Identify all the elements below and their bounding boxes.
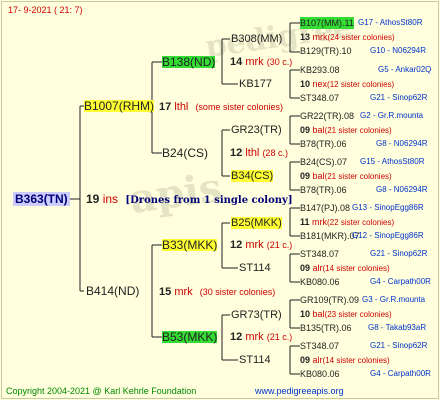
gen3-b2-id: B34(CS) — [231, 170, 274, 182]
gen4-bot-id: KB080.06 — [300, 369, 340, 379]
connector — [289, 22, 300, 53]
gen2-b-id: B24(CS) — [162, 146, 209, 160]
gen4-mid: 09 bal(21 sister colonies) — [300, 125, 392, 135]
connector — [289, 345, 300, 375]
gen1-lower-id: B414(ND) — [86, 284, 140, 298]
gen2-b-info: 12 lthl (28 c.) — [230, 147, 288, 159]
gen2-a-info: 14 mrk (30 c.) — [230, 56, 293, 68]
connector — [289, 115, 300, 145]
site-link[interactable]: www.pedigreeapis.org — [255, 385, 344, 397]
gen3-a1-id: B308(MM) — [231, 33, 283, 45]
gen4-bot-loc: G10 - N06294R — [370, 46, 427, 55]
connector — [289, 69, 300, 99]
gen3-d2-id: ST114 — [239, 354, 271, 366]
gen3-d1-id: GR73(TR) — [231, 309, 282, 321]
gen4-bot-id: B78(TR).06 — [300, 139, 347, 149]
gen4-top-loc: G5 - Ankar02Q — [378, 65, 432, 74]
gen4-top-id: GR109(TR).09 — [300, 295, 360, 305]
gen3-c1-id: B25(MKK) — [231, 217, 282, 229]
gen4-top-loc: G21 - Sinop62R — [370, 341, 428, 350]
gen4-top-id: GR22(TR).08 — [300, 111, 355, 121]
gen3-b1-id: GR23(TR) — [231, 124, 282, 136]
gen2-a-id: B138(ND) — [162, 55, 216, 69]
gen1-upper-info: 17 lthl (some sister colonies) — [159, 101, 283, 113]
gen4-bot-loc: G21 - Sinop62R — [370, 93, 428, 102]
connector — [289, 253, 300, 283]
connector — [289, 299, 300, 329]
gen4-bot-loc: G12 - SinopEgg86R — [352, 231, 424, 240]
gen4-top-id: B147(PJ).08 — [300, 203, 351, 213]
gen4-top-loc: G15 - AthosSt80R — [360, 157, 425, 166]
gen4-top-loc: G17 - AthosSt80R — [358, 18, 423, 27]
gen4-mid: 13 mrk(24 sister colonies) — [300, 32, 395, 42]
gen4-top-loc: G2 - Gr.R.mounta — [360, 111, 424, 120]
gen4-mid: 09 alr(14 sister colonies) — [300, 355, 390, 365]
gen3-c2-id: ST114 — [239, 262, 271, 274]
connector — [289, 161, 300, 191]
gen4-bot-loc: G4 - Carpath00R — [370, 369, 431, 378]
gen4-bot-id: KB080.06 — [300, 277, 340, 287]
gen2-d-id: B53(MKK) — [162, 330, 218, 344]
connector — [70, 105, 84, 292]
connector — [221, 129, 230, 177]
gen4-mid: 10 nex(12 sister colonies) — [300, 79, 395, 89]
gen4-mid: 09 alr(14 sister colonies) — [300, 263, 390, 273]
gen4-top-loc: G3 - Gr.R.mounta — [362, 295, 426, 304]
gen2-c-info: 12 mrk (21 c.) — [230, 239, 293, 251]
gen4-top-loc: G13 - SinopEgg86R — [352, 203, 424, 212]
gen4-bot-loc: G8 - N06294R — [376, 139, 428, 148]
gen4-top-id: B107(MM).11 — [300, 17, 354, 29]
root-colony: [Drones from 1 single colony] — [125, 195, 293, 206]
gen4-bot-id: B135(TR).06 — [300, 323, 352, 333]
gen3-a2-id: KB177 — [239, 78, 273, 90]
gen4-bot-id: B129(TR).10 — [300, 46, 352, 56]
gen4-mid: 11 mrk(22 sister colonies) — [300, 217, 395, 227]
date-stamp: 17- 9-2021 ( 21: 7) — [8, 5, 83, 15]
gen4-bot-loc: G8 - Takab93aR — [368, 323, 427, 332]
gen1-lower-info: 15 mrk (30 sister colonies) — [159, 286, 276, 298]
gen4-top-id: KB293.08 — [300, 65, 340, 75]
gen4-mid: 09 bal(21 sister colonies) — [300, 171, 392, 181]
gen1-upper-id: B1007(RHM) — [84, 99, 155, 113]
gen4-mid: 10 bal(23 sister colonies) — [300, 309, 392, 319]
gen4-bot-loc: G4 - Carpath00R — [370, 277, 431, 286]
gen4-bot-loc: G8 - N06294R — [376, 185, 428, 194]
gen4-bot-id: B78(TR).06 — [300, 185, 347, 195]
connector — [289, 207, 300, 237]
copyright: Copyright 2004-2021 @ Karl Kehrle Founda… — [6, 386, 197, 396]
gen2-d-info: 12 mrk (21 c.) — [230, 331, 293, 343]
root-queen-id: B363(TN) — [13, 192, 70, 206]
root-info: 19 ins [Drones from 1 single colony] — [86, 192, 293, 206]
gen4-top-loc: G21 - Sinop62R — [370, 249, 428, 258]
gen4-top-id: B24(CS).07 — [300, 157, 348, 167]
gen4-bot-id: B181(MKR).07 — [300, 231, 360, 241]
gen2-c-id: B33(MKK) — [162, 238, 218, 252]
gen4-bot-id: ST348.07 — [300, 93, 340, 103]
gen4-top-id: ST348.07 — [300, 341, 340, 351]
gen4-top-id: ST348.07 — [300, 249, 340, 259]
